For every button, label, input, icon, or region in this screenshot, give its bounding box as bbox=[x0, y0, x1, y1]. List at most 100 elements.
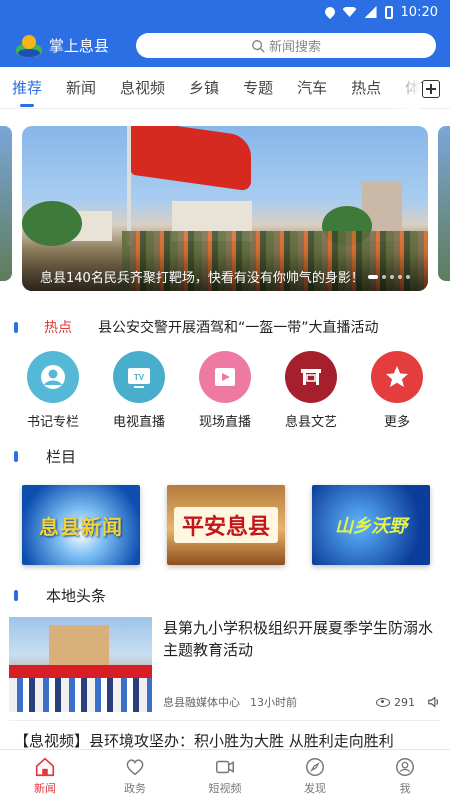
star-icon bbox=[371, 351, 423, 403]
column-title: 山乡沃野 bbox=[335, 516, 407, 537]
category-tabs: 推荐 新闻 息视频 乡镇 专题 汽车 热点 体育 bbox=[0, 67, 450, 109]
tab-fade bbox=[390, 67, 420, 109]
nav-label: 新闻 bbox=[34, 782, 56, 795]
bottom-nav: 新闻 政务 短视频 发现 我 bbox=[0, 749, 450, 800]
carousel-dot bbox=[368, 275, 378, 279]
app-header: 掌上息县 新闻搜索 bbox=[0, 24, 450, 67]
column-card-xixian-news[interactable]: 息县新闻 bbox=[22, 485, 140, 565]
banner-slide[interactable]: 息县140名民兵齐聚打靶场，快看有没有你帅气的身影！ bbox=[22, 126, 428, 291]
banner-flag bbox=[131, 126, 251, 192]
search-placeholder: 新闻搜索 bbox=[268, 40, 321, 55]
columns-section-header: 栏目 bbox=[0, 446, 450, 466]
speaker-icon[interactable] bbox=[427, 695, 441, 709]
shortcut-label: 更多 bbox=[383, 415, 410, 430]
local-section-header: 本地头条 bbox=[0, 585, 450, 605]
news-title[interactable]: 县第九小学积极组织开展夏季学生防溺水主题教育活动 bbox=[163, 617, 441, 661]
video-icon bbox=[199, 351, 251, 403]
tab-hot[interactable]: 热点 bbox=[351, 77, 381, 98]
hot-headline[interactable]: 县公安交警开展酒驾和“一盔一带”大直播活动 bbox=[98, 317, 379, 337]
section-title: 栏目 bbox=[46, 447, 77, 466]
search-input[interactable]: 新闻搜索 bbox=[136, 33, 436, 58]
thumb-crowd bbox=[9, 678, 152, 712]
hot-ticker[interactable]: 热点 县公安交警开展酒驾和“一盔一带”大直播活动 bbox=[0, 315, 450, 339]
nav-short-video[interactable]: 短视频 bbox=[180, 750, 270, 800]
nav-label: 我 bbox=[399, 782, 411, 795]
news-headline[interactable]: 【息视频】县环境攻坚办：积小胜为大胜 从胜利走向胜利 bbox=[0, 721, 450, 751]
theater-icon bbox=[285, 351, 337, 403]
signal-icon bbox=[364, 6, 377, 18]
section-marker bbox=[14, 321, 18, 333]
news-meta: 息县融媒体中心 13小时前 291 bbox=[163, 694, 441, 710]
nav-news[interactable]: 新闻 bbox=[0, 750, 90, 800]
banner-tree bbox=[22, 201, 82, 246]
home-icon bbox=[35, 757, 55, 777]
shortcut-label: 息县文艺 bbox=[284, 415, 337, 430]
wifi-icon bbox=[342, 7, 357, 17]
thumb-building bbox=[49, 625, 109, 670]
shortcut-secretary-column[interactable]: 书记专栏 bbox=[18, 351, 88, 430]
shortcut-label: 书记专栏 bbox=[26, 415, 79, 430]
news-item[interactable]: 县第九小学积极组织开展夏季学生防溺水主题教育活动 息县融媒体中心 13小时前 2… bbox=[0, 617, 450, 712]
banner-caption: 息县140名民兵齐聚打靶场，快看有没有你帅气的身影！ bbox=[22, 251, 428, 291]
tab-towns[interactable]: 乡镇 bbox=[189, 77, 219, 98]
tv-icon: TV bbox=[113, 351, 165, 403]
status-bar: 10:20 bbox=[0, 0, 450, 24]
profile-icon bbox=[396, 758, 414, 776]
news-thumbnail bbox=[9, 617, 152, 712]
shortcut-tv-live[interactable]: TV 电视直播 bbox=[104, 351, 174, 430]
tab-news[interactable]: 新闻 bbox=[66, 77, 96, 98]
view-count: 291 bbox=[394, 695, 415, 709]
tab-auto[interactable]: 汽车 bbox=[297, 77, 327, 98]
carousel-dot bbox=[398, 275, 402, 279]
tab-recommend[interactable]: 推荐 bbox=[12, 77, 42, 107]
news-body: 县第九小学积极组织开展夏季学生防溺水主题教育活动 息县融媒体中心 13小时前 2… bbox=[152, 617, 441, 712]
shortcut-onsite-live[interactable]: 现场直播 bbox=[190, 351, 260, 430]
prev-slide-peek[interactable] bbox=[0, 126, 12, 281]
app-title: 掌上息县 bbox=[48, 37, 109, 55]
column-title: 息县新闻 bbox=[39, 514, 123, 539]
section-marker bbox=[14, 450, 18, 462]
column-card-rural[interactable]: 山乡沃野 bbox=[312, 485, 430, 565]
nav-label: 政务 bbox=[124, 782, 146, 795]
video-camera-icon bbox=[216, 760, 234, 774]
news-source: 息县融媒体中心 bbox=[163, 696, 240, 709]
carousel-dot bbox=[406, 275, 410, 279]
shortcut-xixian-arts[interactable]: 息县文艺 bbox=[276, 351, 346, 430]
app-logo bbox=[16, 33, 42, 59]
add-tab-icon[interactable] bbox=[422, 80, 440, 98]
user-circle-icon bbox=[27, 351, 79, 403]
news-views: 291 bbox=[376, 696, 415, 709]
top-bar: 10:20 掌上息县 新闻搜索 bbox=[0, 0, 450, 67]
nav-government[interactable]: 政务 bbox=[90, 750, 180, 800]
carousel-dot bbox=[382, 275, 386, 279]
carousel-dot bbox=[390, 275, 394, 279]
nav-label: 短视频 bbox=[208, 782, 242, 795]
location-icon bbox=[322, 4, 337, 20]
shortcut-label: 现场直播 bbox=[198, 415, 251, 430]
column-title: 平安息县 bbox=[173, 507, 278, 543]
status-time: 10:20 bbox=[400, 4, 438, 20]
hot-tag: 热点 bbox=[44, 320, 72, 336]
shortcut-label: 电视直播 bbox=[112, 415, 165, 430]
shortcut-grid: 书记专栏 TV 电视直播 现场直播 息县文艺 更多 bbox=[0, 339, 450, 430]
column-card-safe-xixian[interactable]: 平安息县 bbox=[167, 485, 285, 565]
banner-carousel[interactable]: 息县140名民兵齐聚打靶场，快看有没有你帅气的身影！ bbox=[0, 126, 450, 311]
next-slide-peek[interactable] bbox=[438, 126, 450, 281]
section-marker bbox=[14, 589, 18, 601]
battery-icon bbox=[384, 5, 393, 19]
eye-icon bbox=[376, 697, 390, 707]
shortcut-more[interactable]: 更多 bbox=[362, 351, 432, 430]
heart-icon bbox=[126, 759, 144, 776]
search-icon bbox=[252, 39, 265, 53]
nav-me[interactable]: 我 bbox=[360, 750, 450, 800]
compass-icon bbox=[306, 758, 324, 776]
section-title: 本地头条 bbox=[46, 586, 107, 605]
nav-label: 发现 bbox=[304, 782, 326, 795]
column-list: 息县新闻 平安息县 山乡沃野 bbox=[0, 485, 450, 565]
nav-discover[interactable]: 发现 bbox=[270, 750, 360, 800]
tab-xi-video[interactable]: 息视频 bbox=[120, 77, 165, 98]
carousel-dots bbox=[368, 275, 410, 279]
tab-topics[interactable]: 专题 bbox=[243, 77, 273, 98]
news-time: 13小时前 bbox=[250, 696, 297, 709]
svg-text:TV: TV bbox=[134, 373, 145, 382]
